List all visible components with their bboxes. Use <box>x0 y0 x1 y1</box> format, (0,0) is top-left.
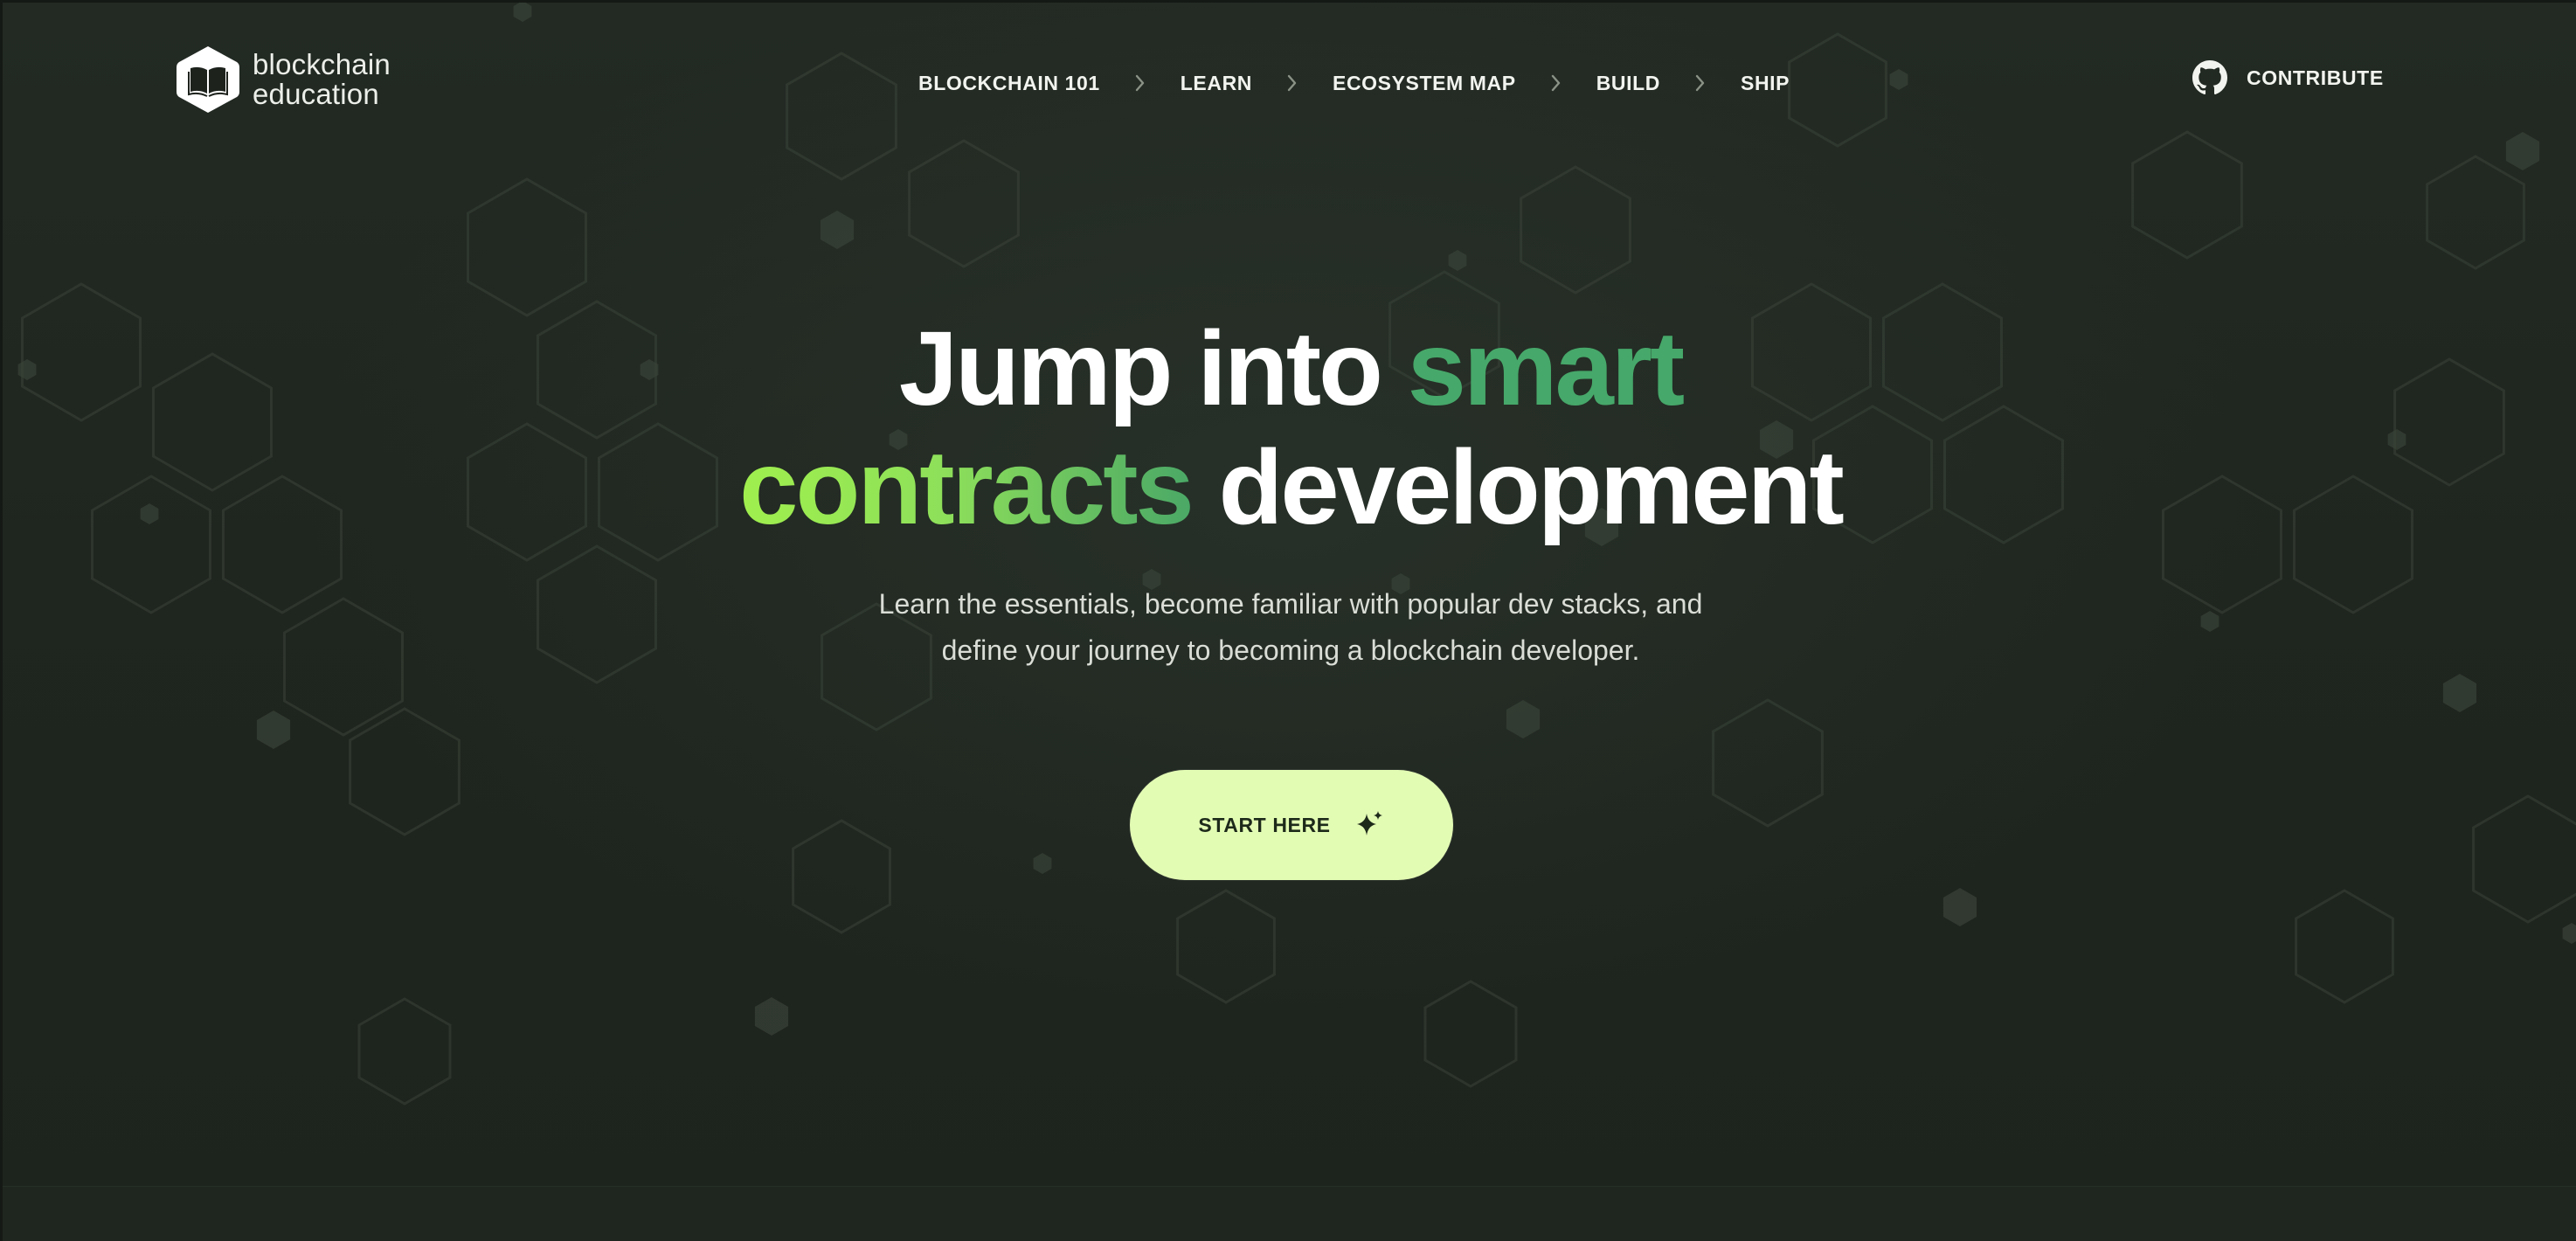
nav-item-blockchain-101[interactable]: BLOCKCHAIN 101 <box>918 72 1100 95</box>
contribute-link[interactable]: CONTRIBUTE <box>2192 60 2384 95</box>
pattern-hexagon <box>792 819 891 934</box>
book-hexagon-icon <box>177 46 239 113</box>
pattern-hexagon <box>1176 889 1276 1004</box>
start-here-button[interactable]: START HERE <box>1130 770 1453 880</box>
logo-text: blockchain education <box>253 50 391 109</box>
chevron-right-icon <box>1252 73 1333 93</box>
pattern-hexagon <box>2426 155 2525 270</box>
chevron-right-icon <box>1516 73 1596 93</box>
hero-subtitle-line2: define your journey to becoming a blockc… <box>941 634 1640 666</box>
sparkle-icon <box>1356 811 1382 835</box>
pattern-hexagon <box>1712 698 1824 828</box>
chevron-right-icon <box>1660 73 1741 93</box>
pattern-node <box>256 711 291 749</box>
pattern-hexagon <box>1520 165 1631 295</box>
pattern-hexagon <box>467 177 587 317</box>
nav-item-ship[interactable]: SHIP <box>1741 72 1790 95</box>
pattern-node <box>2442 674 2477 712</box>
github-icon <box>2192 60 2227 95</box>
chevron-right-icon <box>1100 73 1181 93</box>
pattern-node <box>1448 250 1467 271</box>
site-header: blockchain education BLOCKCHAIN 101 LEAR… <box>3 3 2576 160</box>
pattern-node <box>820 211 855 249</box>
pattern-hexagon <box>349 707 460 836</box>
hero-title: Jump into smart contracts development <box>3 309 2576 546</box>
pattern-hexagon <box>2472 794 2576 924</box>
pattern-hexagon <box>2295 889 2394 1004</box>
hero-title-part1: Jump into <box>898 309 1408 427</box>
pattern-node <box>2562 923 2576 944</box>
pattern-node <box>1942 888 1977 926</box>
hero-section: Jump into smart contracts development Le… <box>3 309 2576 674</box>
hero-title-accent-smart: smart <box>1407 309 1686 427</box>
bottom-band <box>3 1186 2576 1241</box>
main-nav: BLOCKCHAIN 101 LEARN ECOSYSTEM MAP BUILD… <box>918 66 1790 101</box>
contribute-label: CONTRIBUTE <box>2247 66 2384 89</box>
nav-item-learn[interactable]: LEARN <box>1181 72 1252 95</box>
pattern-hexagon <box>1423 980 1518 1088</box>
pattern-hexagon <box>357 997 452 1106</box>
hero-title-accent-contracts: contracts <box>739 427 1195 546</box>
logo-text-line1: blockchain <box>253 48 391 80</box>
nav-item-build[interactable]: BUILD <box>1596 72 1660 95</box>
hero-subtitle-line1: Learn the essentials, become familiar wi… <box>878 588 1703 620</box>
site-logo[interactable]: blockchain education <box>176 45 391 114</box>
landing-page: blockchain education BLOCKCHAIN 101 LEAR… <box>0 0 2576 1241</box>
hero-title-part4: development <box>1191 427 1844 546</box>
pattern-node <box>1506 700 1541 738</box>
logo-text-line2: education <box>253 78 379 110</box>
hero-subtitle: Learn the essentials, become familiar wi… <box>810 581 1771 674</box>
pattern-node <box>754 997 789 1036</box>
nav-item-ecosystem-map[interactable]: ECOSYSTEM MAP <box>1333 72 1516 95</box>
start-here-label: START HERE <box>1198 813 1331 836</box>
pattern-node <box>1033 853 1052 874</box>
